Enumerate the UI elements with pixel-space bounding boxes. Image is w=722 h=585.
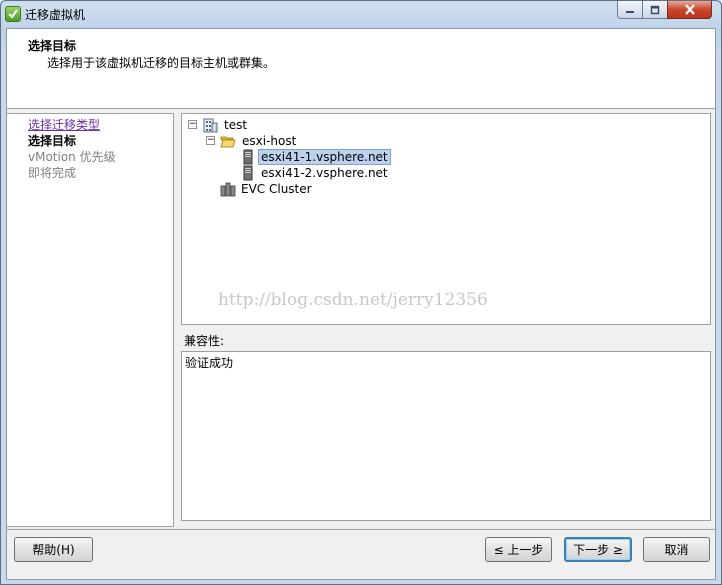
back-button[interactable]: ≤ 上一步 [485, 537, 552, 562]
inventory-tree[interactable]: − test − esxi-host esxi41-1.vsphere.net … [181, 113, 711, 325]
maximize-button[interactable] [642, 1, 668, 19]
migrate-vm-window: 迁移虚拟机 选择目标 选择用于该虚拟机迁移的目标主机或群集。 选择迁移类型 选择… [0, 0, 722, 585]
tree-node-datacenter[interactable]: − test [186, 117, 306, 133]
step-vmotion-priority: vMotion 优先级 [28, 150, 116, 164]
step-select-migration-type[interactable]: 选择迁移类型 [28, 116, 100, 133]
close-button[interactable] [667, 1, 712, 19]
host-icon [243, 149, 253, 165]
step-ready-to-complete: 即将完成 [28, 166, 77, 180]
wizard-header: 选择目标 选择用于该虚拟机迁移的目标主机或群集。 [7, 29, 715, 109]
compatibility-label: 兼容性: [184, 334, 225, 348]
window-title: 迁移虚拟机 [25, 8, 86, 22]
title-bar[interactable]: 迁移虚拟机 [1, 1, 721, 28]
collapse-icon[interactable]: − [188, 120, 197, 129]
tree-node-host-selected[interactable]: esxi41-1.vsphere.net [240, 149, 391, 165]
wizard-body: 选择目标 选择用于该虚拟机迁移的目标主机或群集。 选择迁移类型 选择目标 vMo… [6, 28, 716, 580]
page-title: 选择目标 [28, 39, 77, 53]
tree-node-label: test [224, 118, 248, 132]
next-button[interactable]: 下一步 ≥ [564, 537, 632, 562]
vsphere-app-icon [5, 6, 21, 22]
wizard-steps-panel: 选择迁移类型 选择目标 vMotion 优先级 即将完成 [7, 113, 174, 527]
minimize-icon [626, 10, 634, 13]
minimize-button[interactable] [617, 1, 643, 19]
collapse-icon[interactable]: − [206, 136, 215, 145]
maximize-icon [650, 5, 660, 14]
folder-open-icon [220, 136, 236, 148]
tree-node-host[interactable]: esxi41-2.vsphere.net [240, 165, 388, 181]
step-select-target: 选择目标 [28, 134, 77, 148]
compatibility-result-text: 验证成功 [185, 356, 234, 370]
tree-node-label: esxi41-1.vsphere.net [258, 149, 391, 165]
tree-node-label: EVC Cluster [241, 182, 312, 196]
datacenter-icon [203, 118, 218, 133]
tree-node-label: esxi41-2.vsphere.net [261, 166, 388, 180]
close-icon [684, 4, 695, 15]
tree-node-label: esxi-host [242, 134, 297, 148]
help-button[interactable]: 帮助(H) [14, 537, 93, 562]
cancel-button[interactable]: 取消 [643, 537, 710, 562]
tree-node-cluster[interactable]: EVC Cluster [220, 181, 340, 197]
host-icon [243, 165, 253, 181]
tree-node-folder[interactable]: − esxi-host [204, 133, 324, 149]
cluster-icon [220, 182, 236, 197]
footer-divider [7, 529, 715, 530]
page-subtitle: 选择用于该虚拟机迁移的目标主机或群集。 [47, 56, 276, 70]
watermark-text: http://blog.csdn.net/jerry12356 [218, 290, 488, 310]
compatibility-result-box: 验证成功 [181, 351, 711, 521]
